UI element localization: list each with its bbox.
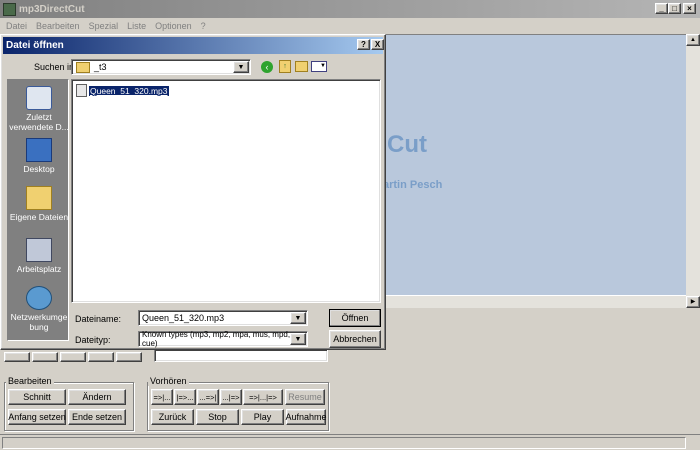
file-item[interactable]: Queen_51_320.mp3 bbox=[76, 84, 170, 97]
preview-btn-1[interactable]: =>|... bbox=[151, 389, 173, 405]
place-network[interactable]: Netzwerkumge bung bbox=[8, 286, 70, 332]
nav-button-2[interactable] bbox=[32, 352, 58, 362]
menu-help[interactable]: ? bbox=[201, 21, 206, 31]
minimize-button[interactable]: _ bbox=[655, 3, 668, 14]
menu-liste[interactable]: Liste bbox=[127, 21, 146, 31]
filename-label: Dateiname: bbox=[75, 314, 122, 324]
stop-button[interactable]: Stop bbox=[196, 409, 239, 425]
mp3-file-icon bbox=[76, 84, 87, 97]
cut-button[interactable]: Schnitt bbox=[8, 389, 66, 405]
view-menu-icon[interactable]: ▼ bbox=[311, 61, 327, 72]
cancel-button[interactable]: Abbrechen bbox=[329, 330, 381, 348]
bg-title: Cut bbox=[387, 131, 427, 158]
preview-btn-4[interactable]: ...|=> bbox=[220, 389, 242, 405]
nav-button-4[interactable] bbox=[88, 352, 114, 362]
lookin-combo[interactable]: _t3 ▼ bbox=[71, 59, 251, 75]
position-field[interactable] bbox=[154, 349, 328, 362]
filetype-combo[interactable]: Known types (mp3, mp2, mpa, mus, mpd, cu… bbox=[138, 330, 308, 348]
menu-spezial[interactable]: Spezial bbox=[89, 21, 119, 31]
filename-dropdown-arrow[interactable]: ▼ bbox=[290, 312, 306, 324]
open-button[interactable]: Öffnen bbox=[329, 309, 381, 327]
recent-icon bbox=[26, 86, 52, 110]
set-start-button[interactable]: Anfang setzen bbox=[8, 409, 66, 425]
change-button[interactable]: Ändern bbox=[68, 389, 126, 405]
scroll-right-button[interactable]: ▶ bbox=[686, 296, 700, 308]
place-desktop-label: Desktop bbox=[23, 164, 55, 174]
menu-bar: Datei Bearbeiten Spezial Liste Optionen … bbox=[0, 18, 700, 33]
dialog-help-button[interactable]: ? bbox=[357, 39, 370, 50]
up-folder-icon[interactable]: ↑ bbox=[279, 60, 291, 73]
edit-group-title: Bearbeiten bbox=[6, 376, 54, 386]
maximize-button[interactable]: □ bbox=[668, 3, 681, 14]
status-bar bbox=[0, 434, 700, 450]
dialog-title: Datei öffnen bbox=[6, 40, 64, 51]
back-icon[interactable]: ‹ bbox=[261, 61, 273, 73]
menu-optionen[interactable]: Optionen bbox=[155, 21, 192, 31]
documents-icon bbox=[26, 186, 52, 210]
place-desktop[interactable]: Desktop bbox=[8, 138, 70, 174]
preview-btn-2[interactable]: |=>... bbox=[174, 389, 196, 405]
status-field bbox=[2, 437, 686, 449]
new-folder-icon[interactable] bbox=[295, 61, 308, 72]
place-recent[interactable]: Zuletzt verwendete D... bbox=[8, 86, 70, 132]
app-icon bbox=[3, 2, 16, 16]
record-button[interactable]: Aufnahme bbox=[285, 409, 327, 425]
nav-button-1[interactable] bbox=[4, 352, 30, 362]
filetype-label: Dateityp: bbox=[75, 335, 111, 345]
place-documents-label: Eigene Dateien bbox=[9, 212, 69, 222]
preview-group-title: Vorhören bbox=[148, 376, 189, 386]
folder-icon bbox=[76, 61, 90, 73]
lookin-dropdown-arrow[interactable]: ▼ bbox=[233, 61, 249, 73]
desktop-icon bbox=[26, 138, 52, 162]
lookin-value: _t3 bbox=[94, 62, 107, 72]
filename-value: Queen_51_320.mp3 bbox=[142, 313, 225, 323]
menu-datei[interactable]: Datei bbox=[6, 21, 27, 31]
dialog-title-bar: Datei öffnen bbox=[3, 37, 383, 54]
close-button[interactable]: × bbox=[683, 3, 696, 14]
network-icon bbox=[26, 286, 52, 310]
play-button[interactable]: Play bbox=[241, 409, 284, 425]
file-name: Queen_51_320.mp3 bbox=[88, 84, 170, 97]
filetype-value: Known types (mp3, mp2, mpa, mus, mpd, cu… bbox=[142, 330, 291, 348]
vertical-scrollbar[interactable]: ▲ bbox=[686, 34, 700, 296]
file-list[interactable]: Queen_51_320.mp3 bbox=[71, 79, 381, 303]
place-computer-label: Arbeitsplatz bbox=[16, 264, 62, 274]
filename-combo[interactable]: Queen_51_320.mp3 ▼ bbox=[138, 310, 308, 326]
preview-btn-5[interactable]: =>|...|=> bbox=[243, 389, 283, 405]
dialog-close-button[interactable]: X bbox=[371, 39, 384, 50]
resume-button[interactable]: Resume bbox=[285, 389, 325, 405]
bg-author: artin Pesch bbox=[383, 179, 443, 191]
place-documents[interactable]: Eigene Dateien bbox=[8, 186, 70, 222]
place-network-label: Netzwerkumge bung bbox=[10, 312, 68, 332]
app-title: mp3DirectCut bbox=[19, 3, 85, 15]
filetype-dropdown-arrow[interactable]: ▼ bbox=[290, 333, 306, 345]
computer-icon bbox=[26, 238, 52, 262]
preview-btn-3[interactable]: ...=>| bbox=[197, 389, 219, 405]
back-button[interactable]: Zurück bbox=[151, 409, 194, 425]
menu-bearbeiten[interactable]: Bearbeiten bbox=[36, 21, 80, 31]
scroll-up-button[interactable]: ▲ bbox=[686, 34, 700, 46]
place-recent-label: Zuletzt verwendete D... bbox=[9, 112, 69, 132]
places-bar: Zuletzt verwendete D... Desktop Eigene D… bbox=[7, 79, 69, 341]
place-computer[interactable]: Arbeitsplatz bbox=[8, 238, 70, 274]
open-file-dialog: Datei öffnen ? X Suchen in: _t3 ▼ ‹ ↑ ▼ … bbox=[0, 34, 386, 350]
set-end-button[interactable]: Ende setzen bbox=[68, 409, 126, 425]
nav-button-3[interactable] bbox=[60, 352, 86, 362]
main-title-bar: mp3DirectCut bbox=[0, 0, 700, 18]
nav-button-5[interactable] bbox=[116, 352, 142, 362]
